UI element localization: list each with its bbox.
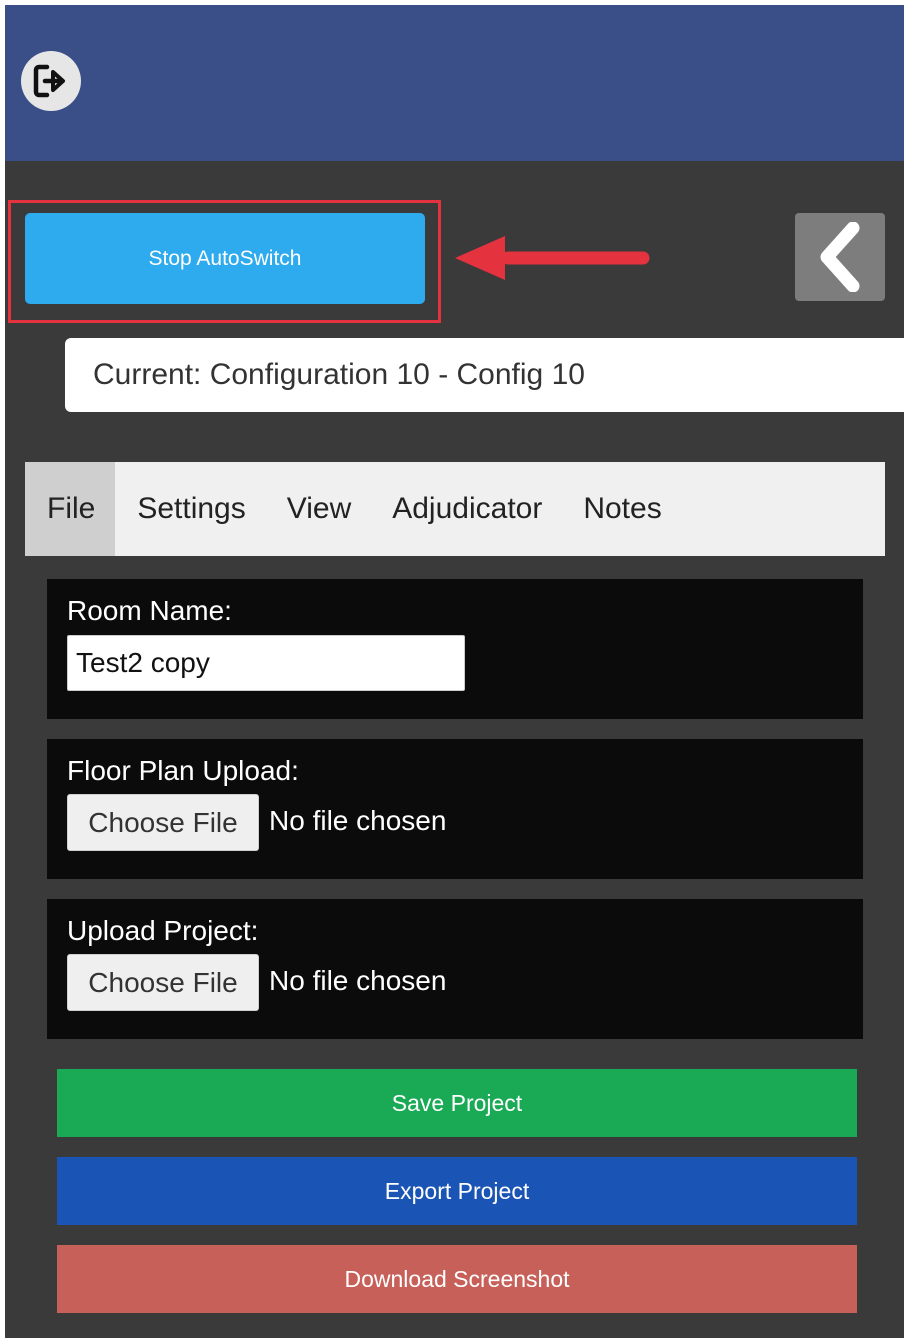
floor-plan-panel: Floor Plan Upload: Choose File No file c… (47, 739, 863, 879)
tab-bar: File Settings View Adjudicator Notes (25, 462, 885, 556)
tab-adjudicator[interactable]: Adjudicator (351, 462, 542, 556)
tab-notes[interactable]: Notes (542, 462, 661, 556)
floor-plan-file-status: No file chosen (269, 805, 447, 836)
annotation-arrow-icon (455, 236, 650, 280)
upload-project-choose-file-button[interactable]: Choose File (67, 954, 259, 1011)
tab-file[interactable]: File (25, 462, 116, 556)
app-frame: Stop AutoSwitch Current: Configuration 1… (5, 5, 904, 1338)
save-project-button[interactable]: Save Project (57, 1069, 857, 1137)
export-project-label: Export Project (384, 1177, 530, 1204)
tab-view-label: View (286, 492, 352, 525)
room-name-input[interactable] (67, 635, 465, 691)
current-configuration-display: Current: Configuration 10 - Config 10 (65, 338, 904, 412)
room-name-panel: Room Name: (47, 579, 863, 719)
tab-settings[interactable]: Settings (115, 462, 245, 556)
current-configuration-text: Current: Configuration 10 - Config 10 (93, 358, 585, 391)
collapse-panel-button[interactable] (795, 213, 885, 301)
tab-file-label: File (47, 492, 96, 525)
stop-autoswitch-label: Stop AutoSwitch (148, 246, 302, 270)
chevron-left-icon (820, 222, 860, 292)
download-screenshot-label: Download Screenshot (344, 1265, 570, 1292)
tab-notes-label: Notes (583, 492, 662, 525)
tab-settings-label: Settings (137, 492, 246, 525)
stop-autoswitch-button[interactable]: Stop AutoSwitch (25, 213, 425, 304)
floor-plan-label: Floor Plan Upload: (67, 755, 299, 786)
upload-project-panel: Upload Project: Choose File No file chos… (47, 899, 863, 1039)
save-project-label: Save Project (391, 1089, 523, 1116)
room-name-label: Room Name: (67, 595, 232, 626)
download-screenshot-button[interactable]: Download Screenshot (57, 1245, 857, 1313)
upload-project-label: Upload Project: (67, 915, 259, 946)
logout-button[interactable] (21, 51, 81, 111)
tab-view[interactable]: View (246, 462, 351, 556)
floor-plan-choose-file-button[interactable]: Choose File (67, 794, 259, 851)
app-header (5, 5, 904, 161)
export-project-button[interactable]: Export Project (57, 1157, 857, 1225)
logout-icon (33, 64, 65, 98)
upload-project-file-status: No file chosen (269, 965, 447, 996)
tab-adjudicator-label: Adjudicator (392, 492, 543, 525)
